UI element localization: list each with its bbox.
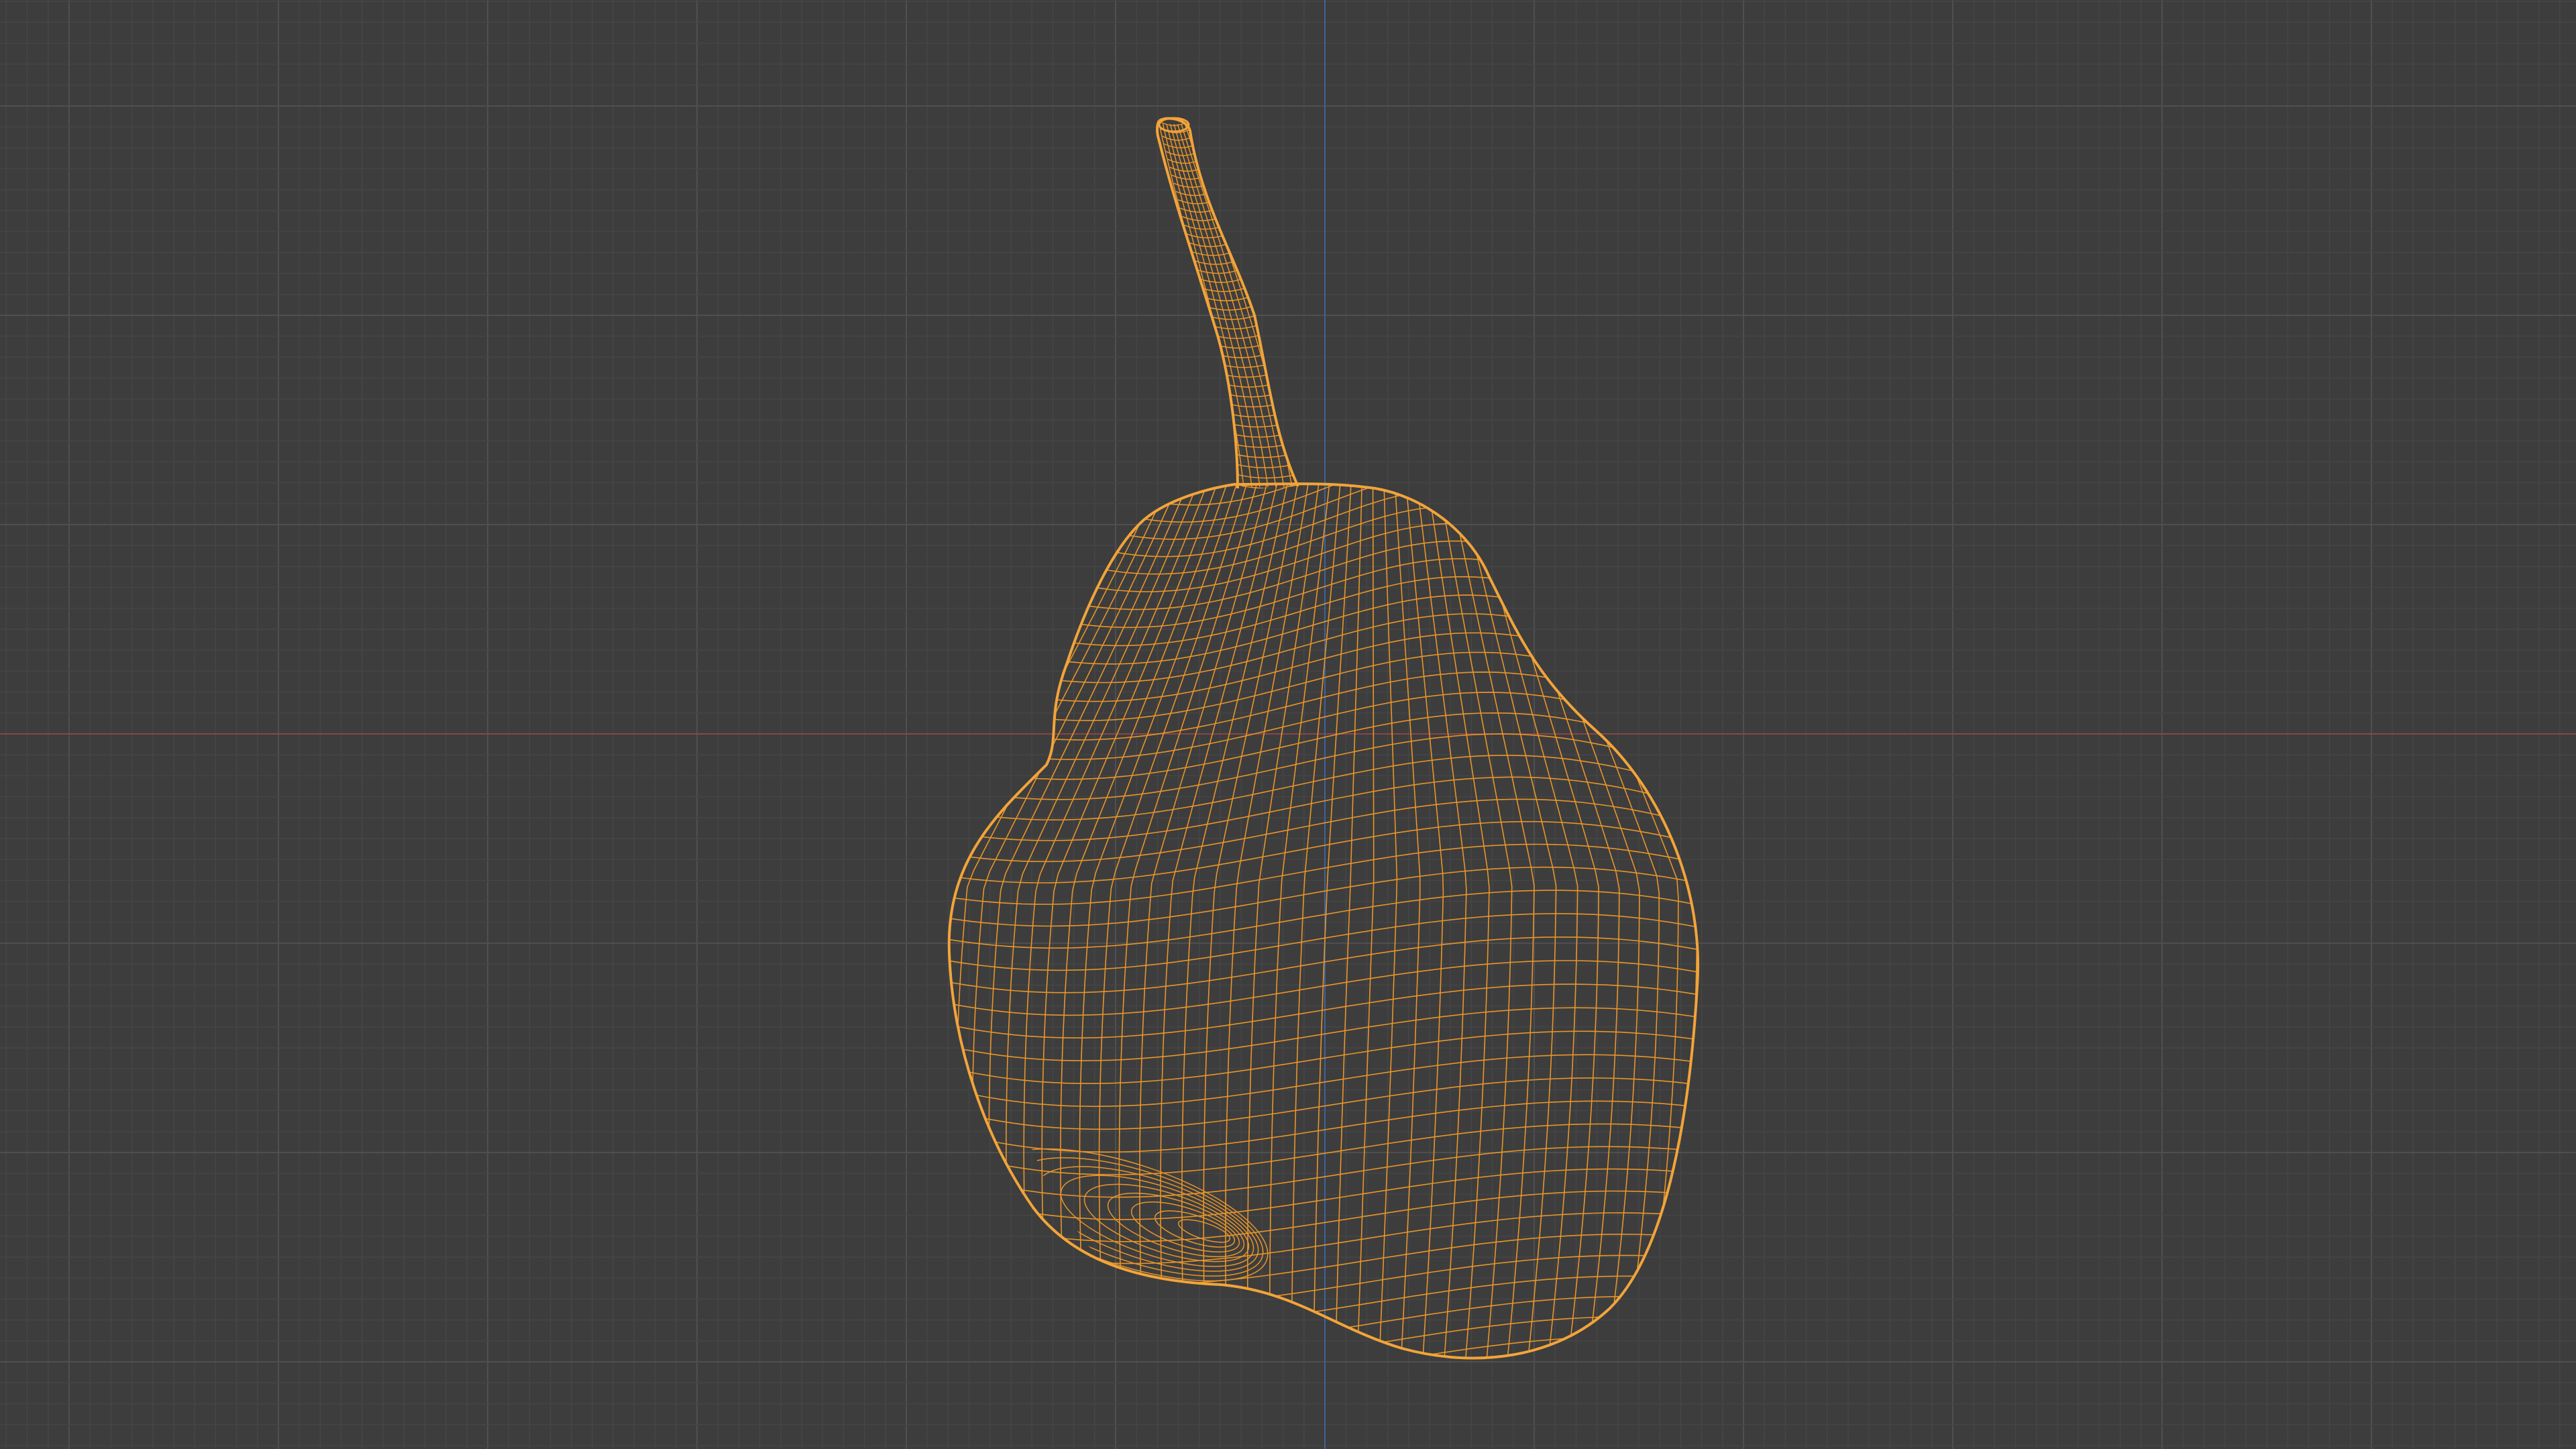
wire-edge-parallel [949, 1100, 1699, 1153]
wire-edge-meridian [1098, 484, 1252, 1358]
wire-edge-parallel [949, 1077, 1699, 1130]
wire-edge-meridian [1444, 484, 1557, 1358]
wire-edge-meridian [1160, 484, 1284, 1358]
wire-edge-parallel [1065, 540, 1633, 610]
viewport-canvas[interactable] [0, 0, 2576, 1449]
wire-edge-meridian [949, 484, 1160, 1358]
wire-edge-meridian [1399, 484, 1444, 1358]
wire-edge-parallel [949, 1295, 1699, 1348]
wire-edge-parallel [1055, 558, 1642, 629]
stem-long-edge [1162, 123, 1244, 488]
wire-edge-meridian [1531, 484, 1699, 1358]
wire-edge-parallel [949, 1314, 1699, 1358]
wire-edge-parallel [949, 1234, 1699, 1286]
floor-grid [0, 0, 2576, 1449]
wire-edge-parallel [949, 1146, 1699, 1198]
wire-edge-meridian [1480, 484, 1640, 1358]
wire-edge-parallel [979, 692, 1699, 760]
wire-edge-meridian [1023, 484, 1213, 1358]
wire-edge-meridian [949, 484, 1152, 1358]
3d-viewport[interactable] [0, 0, 2576, 1449]
wire-edge-meridian [1041, 484, 1222, 1358]
wire-edge-parallel [1075, 523, 1623, 592]
stem-long-edge [1177, 123, 1277, 488]
stem-long-edge [1173, 123, 1269, 488]
wire-edge-parallel [1085, 506, 1615, 575]
pear-body-wireframe[interactable] [893, 407, 1784, 1446]
wire-edge-meridian [1006, 484, 1203, 1358]
wire-edge-parallel [949, 1334, 1699, 1358]
wire-edge-meridian [1408, 484, 1467, 1358]
wire-edge-meridian [1500, 484, 1679, 1358]
wire-edge-meridian [1462, 484, 1599, 1358]
wire-edge-meridian [1079, 484, 1242, 1358]
pear-mesh[interactable] [893, 117, 1784, 1446]
wire-edge-meridian [1452, 484, 1578, 1358]
wire-edge-meridian [1490, 484, 1660, 1358]
